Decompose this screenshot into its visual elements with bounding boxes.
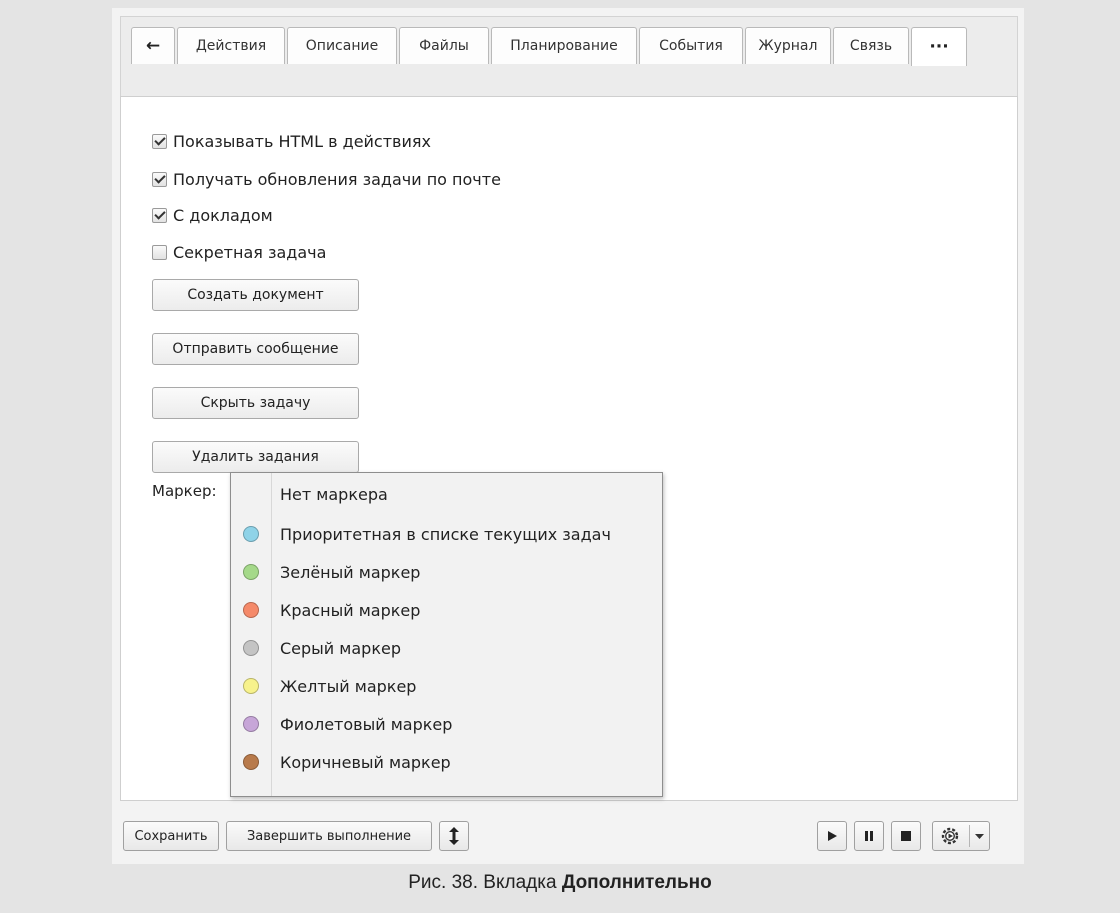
tab-description[interactable]: Описание — [287, 27, 397, 64]
marker-dropdown[interactable]: Нет маркера Приоритетная в списке текущи… — [230, 472, 663, 797]
marker-option-red[interactable]: Красный маркер — [231, 591, 662, 629]
red-marker-icon — [243, 602, 259, 618]
back-tab[interactable]: ← — [131, 27, 175, 64]
tab-events[interactable]: События — [639, 27, 743, 64]
marker-option-priority[interactable]: Приоритетная в списке текущих задач — [231, 515, 662, 553]
chevron-down-icon — [975, 829, 984, 844]
stop-icon[interactable] — [891, 821, 921, 851]
option-with-report[interactable]: С докладом — [152, 205, 273, 225]
complete-execution-button[interactable]: Завершить выполнение — [226, 821, 432, 851]
more-icon: ··· — [929, 37, 949, 57]
marker-option-yellow[interactable]: Желтый маркер — [231, 667, 662, 705]
play-icon[interactable] — [817, 821, 847, 851]
tab-files[interactable]: Файлы — [399, 27, 489, 64]
tab-link[interactable]: Связь — [833, 27, 909, 64]
hide-task-button[interactable]: Скрыть задачу — [152, 387, 359, 419]
vertical-resize-icon[interactable] — [439, 821, 469, 851]
split-divider — [969, 825, 970, 847]
marker-option-gray[interactable]: Серый маркер — [231, 629, 662, 667]
save-button[interactable]: Сохранить — [123, 821, 219, 851]
send-message-button[interactable]: Отправить сообщение — [152, 333, 359, 365]
tab-journal[interactable]: Журнал — [745, 27, 831, 64]
tab-bar: ← Действия Описание Файлы Планирование С… — [120, 16, 1018, 97]
option-email-updates[interactable]: Получать обновления задачи по почте — [152, 169, 501, 189]
marker-option-none[interactable]: Нет маркера — [231, 475, 662, 513]
marker-option-purple[interactable]: Фиолетовый маркер — [231, 705, 662, 743]
pause-icon[interactable] — [854, 821, 884, 851]
marker-label: Маркер: — [152, 482, 217, 500]
priority-marker-icon — [243, 526, 259, 542]
green-marker-icon — [243, 564, 259, 580]
gray-marker-icon — [243, 640, 259, 656]
back-arrow-icon: ← — [145, 36, 161, 56]
option-secret-task[interactable]: Секретная задача — [152, 242, 326, 262]
gear-play-icon — [939, 825, 961, 847]
tab-planning[interactable]: Планирование — [491, 27, 637, 64]
checkbox-with-report[interactable] — [152, 207, 167, 223]
checkbox-email-updates[interactable] — [152, 171, 167, 187]
tab-more[interactable]: ··· — [911, 27, 967, 66]
tab-actions[interactable]: Действия — [177, 27, 285, 64]
task-window: ← Действия Описание Файлы Планирование С… — [112, 8, 1024, 864]
bottom-toolbar: Сохранить Завершить выполнение — [120, 808, 1016, 858]
figure-caption: Рис. 38. Вкладка Дополнительно — [408, 872, 712, 893]
delete-tasks-button[interactable]: Удалить задания — [152, 441, 359, 473]
marker-option-brown[interactable]: Коричневый маркер — [231, 743, 662, 781]
settings-dropdown-button[interactable] — [932, 821, 990, 851]
checkbox-secret-task[interactable] — [152, 244, 167, 260]
option-show-html[interactable]: Показывать HTML в действиях — [152, 131, 431, 151]
checkbox-show-html[interactable] — [152, 133, 167, 149]
marker-option-green[interactable]: Зелёный маркер — [231, 553, 662, 591]
purple-marker-icon — [243, 716, 259, 732]
yellow-marker-icon — [243, 678, 259, 694]
brown-marker-icon — [243, 754, 259, 770]
create-document-button[interactable]: Создать документ — [152, 279, 359, 311]
